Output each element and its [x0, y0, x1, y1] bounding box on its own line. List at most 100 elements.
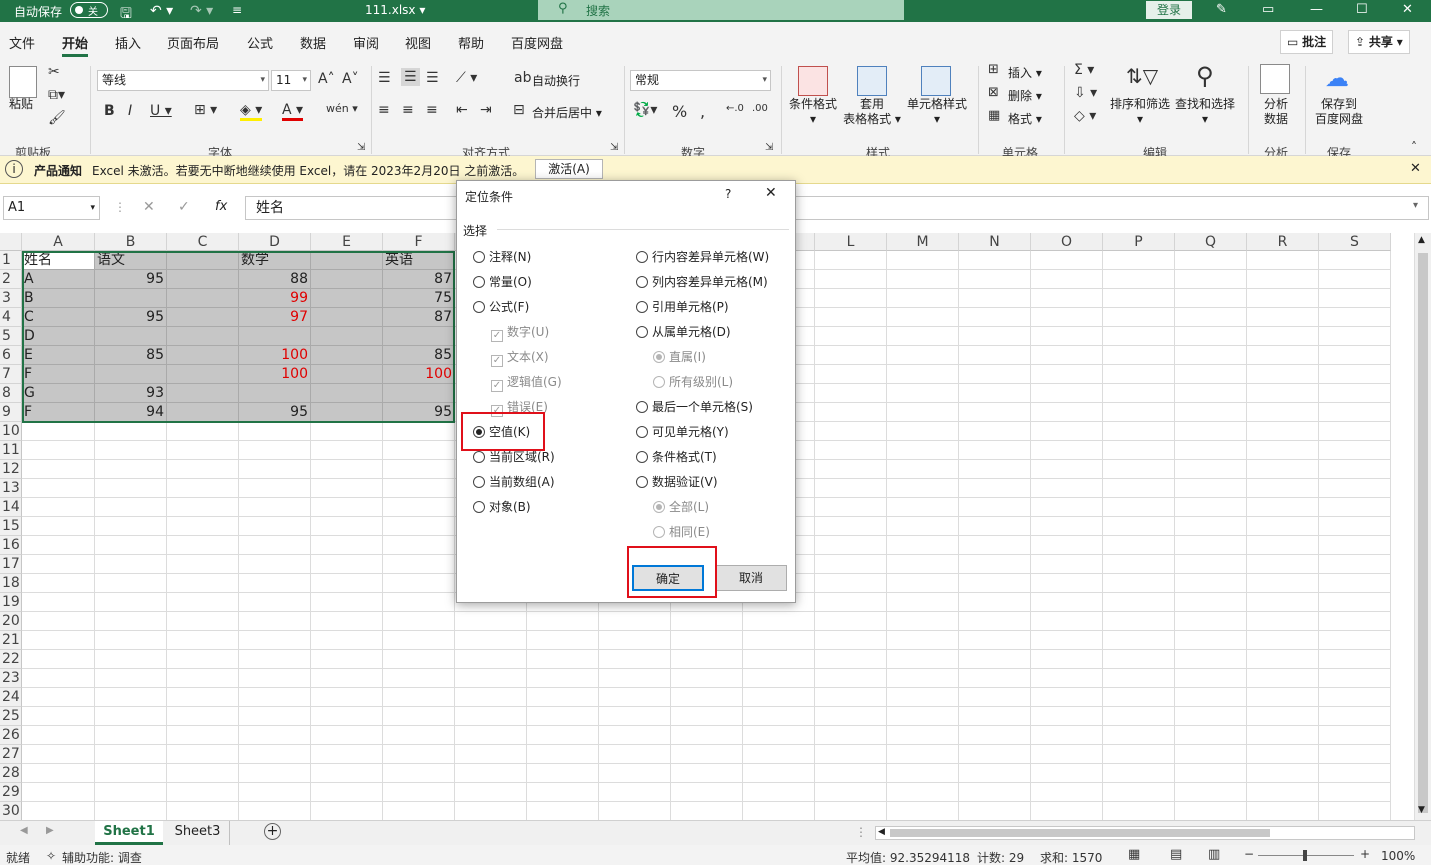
cell[interactable] [815, 403, 887, 422]
column-header[interactable]: C [167, 233, 239, 251]
option-errors[interactable]: ✓ 错误(E) [491, 399, 548, 417]
cell[interactable] [1175, 536, 1247, 555]
cell[interactable]: 93 [95, 384, 167, 403]
cell[interactable] [887, 555, 959, 574]
cell[interactable] [1319, 802, 1391, 821]
cell[interactable] [239, 574, 311, 593]
cell[interactable] [311, 555, 383, 574]
cell[interactable] [1319, 650, 1391, 669]
cell[interactable] [1031, 479, 1103, 498]
font-launcher-icon[interactable]: ⇲ [357, 142, 365, 153]
cell[interactable] [383, 593, 455, 612]
cell[interactable] [1175, 745, 1247, 764]
cell[interactable] [239, 802, 311, 821]
cell[interactable] [1103, 346, 1175, 365]
cell[interactable]: E [22, 346, 95, 365]
cell[interactable] [383, 498, 455, 517]
cell[interactable] [167, 384, 239, 403]
conditional-format-button[interactable]: 条件格式 ▾ [788, 97, 838, 127]
cell[interactable] [383, 574, 455, 593]
cell[interactable] [887, 441, 959, 460]
cell[interactable] [1247, 688, 1319, 707]
cell[interactable] [167, 441, 239, 460]
cell[interactable] [95, 650, 167, 669]
select-all-corner[interactable] [0, 233, 22, 251]
align-middle-icon[interactable]: ☰ [401, 68, 420, 86]
cell[interactable] [1103, 802, 1175, 821]
cell[interactable] [887, 688, 959, 707]
cell[interactable]: 85 [383, 346, 455, 365]
cell[interactable] [671, 707, 743, 726]
column-header[interactable]: O [1031, 233, 1103, 251]
cell[interactable] [887, 707, 959, 726]
row-header[interactable]: 17 [0, 555, 22, 574]
cell[interactable] [887, 783, 959, 802]
cell[interactable] [22, 460, 95, 479]
cell[interactable] [959, 270, 1031, 289]
cell[interactable] [815, 422, 887, 441]
cell[interactable] [455, 650, 527, 669]
redo-icon[interactable]: ↷ ▾ [190, 3, 213, 19]
cell[interactable] [311, 593, 383, 612]
cell[interactable] [22, 593, 95, 612]
column-header[interactable]: D [239, 233, 311, 251]
cell[interactable] [1247, 327, 1319, 346]
cell[interactable] [1175, 289, 1247, 308]
column-header[interactable]: P [1103, 233, 1175, 251]
accessibility-icon[interactable]: ✧ [46, 849, 56, 863]
row-header[interactable]: 26 [0, 726, 22, 745]
share-button[interactable]: ⇪ 共享 ▾ [1348, 30, 1410, 54]
option-row-differences[interactable]: 行内容差异单元格(W) [636, 249, 769, 265]
cell[interactable] [743, 745, 815, 764]
cell[interactable] [959, 479, 1031, 498]
format-as-table-icon[interactable] [857, 66, 887, 96]
cancel-entry-icon[interactable]: ✕ [143, 199, 155, 215]
cell[interactable] [959, 346, 1031, 365]
cell[interactable]: D [22, 327, 95, 346]
cell[interactable]: 88 [239, 270, 311, 289]
cell[interactable] [1319, 289, 1391, 308]
cell[interactable] [1175, 517, 1247, 536]
page-break-view-icon[interactable]: ▥ [1208, 847, 1220, 862]
cell[interactable] [1031, 251, 1103, 270]
cell[interactable] [95, 707, 167, 726]
cell[interactable] [167, 308, 239, 327]
cell[interactable] [1247, 783, 1319, 802]
cell[interactable] [1175, 783, 1247, 802]
cell[interactable] [959, 403, 1031, 422]
align-right-icon[interactable]: ≡ [426, 102, 438, 118]
cell[interactable] [95, 669, 167, 688]
cell[interactable] [1175, 327, 1247, 346]
cell[interactable] [239, 422, 311, 441]
font-size-select[interactable]: 11 ▾ [271, 70, 311, 91]
cell[interactable] [1031, 593, 1103, 612]
activate-button[interactable]: 激活(A) [535, 159, 603, 179]
cell[interactable] [959, 289, 1031, 308]
cell[interactable] [1319, 460, 1391, 479]
cell[interactable] [815, 460, 887, 479]
cell[interactable] [311, 270, 383, 289]
cell[interactable] [1031, 745, 1103, 764]
row-header[interactable]: 10 [0, 422, 22, 441]
cell[interactable] [815, 251, 887, 270]
cell[interactable] [383, 650, 455, 669]
cell[interactable]: 99 [239, 289, 311, 308]
cell[interactable] [887, 612, 959, 631]
cell[interactable] [1247, 479, 1319, 498]
cell[interactable] [1175, 251, 1247, 270]
cell[interactable] [455, 707, 527, 726]
cell[interactable] [239, 327, 311, 346]
cell[interactable]: 95 [239, 403, 311, 422]
cell[interactable] [743, 631, 815, 650]
cell[interactable] [1103, 764, 1175, 783]
cell[interactable] [1175, 479, 1247, 498]
cell[interactable] [815, 688, 887, 707]
cell[interactable] [22, 745, 95, 764]
cell[interactable] [815, 365, 887, 384]
cell[interactable] [167, 536, 239, 555]
cell[interactable] [1175, 593, 1247, 612]
cell[interactable] [383, 460, 455, 479]
cell[interactable] [959, 308, 1031, 327]
cell[interactable] [95, 783, 167, 802]
cell[interactable] [383, 745, 455, 764]
